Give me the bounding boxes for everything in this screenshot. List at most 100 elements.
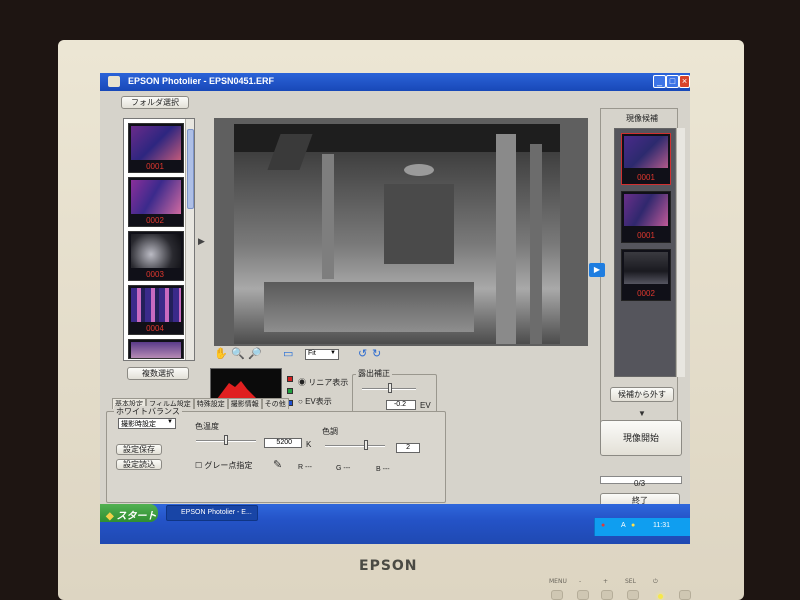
thumbnail-image (131, 342, 181, 358)
preview-area[interactable] (214, 118, 588, 346)
left-filmstrip[interactable]: 0001 0002 0003 0004 (123, 118, 195, 361)
thumbnail-item[interactable] (128, 339, 184, 359)
thumbnail-item[interactable]: 0001 (128, 123, 184, 173)
g-value: G --- (336, 465, 351, 472)
candidate-number: 0001 (637, 231, 655, 240)
window-title: EPSON Photolier - EPSN0451.ERF (128, 76, 275, 86)
ime-indicator[interactable]: A (621, 522, 626, 529)
play-arrow-icon[interactable]: ▶ (198, 236, 205, 247)
candidate-thumbnail[interactable]: 0002 (621, 249, 671, 301)
screen: EPSON Photolier - EPSN0451.ERF _ □ × フォル… (100, 73, 690, 544)
thumbnail-number: 0004 (146, 324, 164, 333)
tint-spinbox[interactable]: 2 (396, 443, 420, 453)
exposure-spinbox[interactable]: -0.2 (386, 400, 416, 410)
thumbnail-item[interactable]: 0003 (128, 231, 184, 281)
zoom-in-icon[interactable]: 🔍 (231, 347, 245, 360)
candidate-number: 0001 (637, 173, 655, 182)
folder-select-button[interactable]: フォルダ選択 (121, 96, 189, 109)
zoom-select[interactable]: Fit ▼ (305, 349, 339, 360)
thumbnail-item[interactable]: 0002 (128, 177, 184, 227)
tab-shot-info[interactable]: 撮影情報 (227, 398, 262, 409)
batch-select-button[interactable]: 複数選択 (127, 367, 189, 380)
maximize-button[interactable]: □ (666, 75, 679, 88)
start-label: スタート (116, 511, 157, 522)
start-development-button[interactable]: 現像開始 (600, 420, 682, 456)
ev-display-label: EV表示 (305, 397, 332, 406)
tab-special[interactable]: 特殊設定 (193, 398, 228, 409)
monitor-minus-label: - (579, 578, 582, 585)
system-tray: ● A ● 11:31 (594, 518, 690, 536)
color-temp-slider-thumb[interactable] (224, 435, 228, 445)
load-settings-button[interactable]: 設定読込 (116, 459, 162, 470)
gray-point-label: グレー点指定 (204, 461, 253, 470)
rotate-left-icon[interactable]: ↺ (358, 347, 367, 360)
clock[interactable]: 11:31 (653, 522, 670, 529)
tint-label: 色調 (322, 427, 338, 436)
start-button[interactable]: ◆ スタート (100, 504, 158, 522)
tab-other[interactable]: その他 (261, 398, 289, 409)
monitor-menu-button[interactable] (551, 590, 563, 600)
power-led-icon (658, 594, 663, 599)
close-button[interactable]: × (679, 75, 690, 88)
tray-shield-icon[interactable]: ● (601, 522, 605, 529)
monitor-brand-logo: EPSON (359, 558, 418, 574)
monitor-select-button[interactable] (627, 590, 639, 600)
exposure-unit: EV (420, 401, 431, 410)
candidate-thumbnail[interactable]: 0001 (621, 191, 671, 243)
left-filmstrip-scrollbar[interactable] (185, 119, 194, 360)
white-balance-mode-select[interactable]: 撮影時設定 ▼ (118, 418, 176, 429)
minimize-button[interactable]: _ (653, 75, 666, 88)
preview-lantern (404, 164, 434, 176)
monitor-minus-button[interactable] (577, 590, 589, 600)
zoom-out-icon[interactable]: 🔎 (248, 347, 262, 360)
save-settings-button[interactable]: 設定保存 (116, 444, 162, 455)
candidate-thumbnail[interactable]: 0001 (621, 133, 671, 185)
tint-slider-thumb[interactable] (364, 440, 368, 450)
linear-display-radio[interactable]: ◉ リニア表示 (298, 377, 348, 388)
settings-tabs: 基本設定 フィルム設定 特殊設定 撮影情報 その他 (112, 393, 289, 409)
candidate-image (624, 194, 668, 226)
monitor-select-label: SEL (625, 578, 636, 585)
window-titlebar[interactable]: EPSON Photolier - EPSN0451.ERF _ □ × (100, 73, 690, 91)
tint-slider[interactable] (325, 445, 385, 447)
right-filmstrip-scrollbar[interactable] (676, 128, 685, 377)
right-filmstrip[interactable]: 0001 0001 0002 (614, 128, 676, 377)
thumbnail-number: 0001 (146, 162, 164, 171)
ev-display-radio[interactable]: ○ EV表示 (298, 396, 332, 407)
progress-count: 0/3 (634, 479, 646, 488)
taskbar-app-label: EPSON Photolier - E... (181, 509, 252, 516)
thumbnail-number: 0002 (146, 216, 164, 225)
color-temp-value: 5200 (276, 439, 292, 446)
thumbnail-image (131, 234, 181, 268)
exposure-value: -0.2 (393, 401, 406, 408)
thumbnail-image (131, 180, 181, 214)
exposure-slider-thumb[interactable] (388, 383, 392, 393)
candidate-image (624, 136, 668, 168)
thumbnail-item[interactable]: 0004 (128, 285, 184, 335)
linear-display-label: リニア表示 (308, 378, 349, 387)
hand-tool-icon[interactable]: ✋ (214, 347, 228, 360)
red-channel-swatch[interactable] (287, 376, 293, 382)
thumbnail-image (131, 126, 181, 160)
eyedropper-icon[interactable]: ✎ (273, 458, 282, 471)
rotate-right-icon[interactable]: ↻ (372, 347, 381, 360)
preview-post (530, 144, 542, 344)
fit-view-icon[interactable]: ▭ (283, 347, 293, 360)
monitor-button-row: MENU - + SEL ⏻ (545, 578, 695, 600)
thumbnail-image (131, 288, 181, 322)
remove-candidate-button[interactable]: 候補から外す (610, 387, 674, 402)
exposure-title: 露出補正 (356, 368, 392, 379)
candidate-number: 0002 (637, 289, 655, 298)
down-arrow-icon: ▼ (638, 409, 646, 418)
preview-tree-trunk (496, 134, 516, 344)
monitor-plus-button[interactable] (601, 590, 613, 600)
monitor-power-button[interactable] (679, 590, 691, 600)
color-temp-spinbox[interactable]: 5200 (264, 438, 302, 448)
preview-image (234, 124, 560, 344)
taskbar-app-button[interactable]: EPSON Photolier - E... (166, 505, 258, 521)
gray-point-checkbox[interactable]: ☐ グレー点指定 (195, 460, 252, 471)
scrollbar-thumb[interactable] (187, 129, 194, 209)
monitor-menu-label: MENU (549, 578, 567, 585)
add-to-candidates-arrow-icon[interactable]: ▶ (589, 263, 605, 277)
tray-info-icon[interactable]: ● (631, 522, 635, 529)
